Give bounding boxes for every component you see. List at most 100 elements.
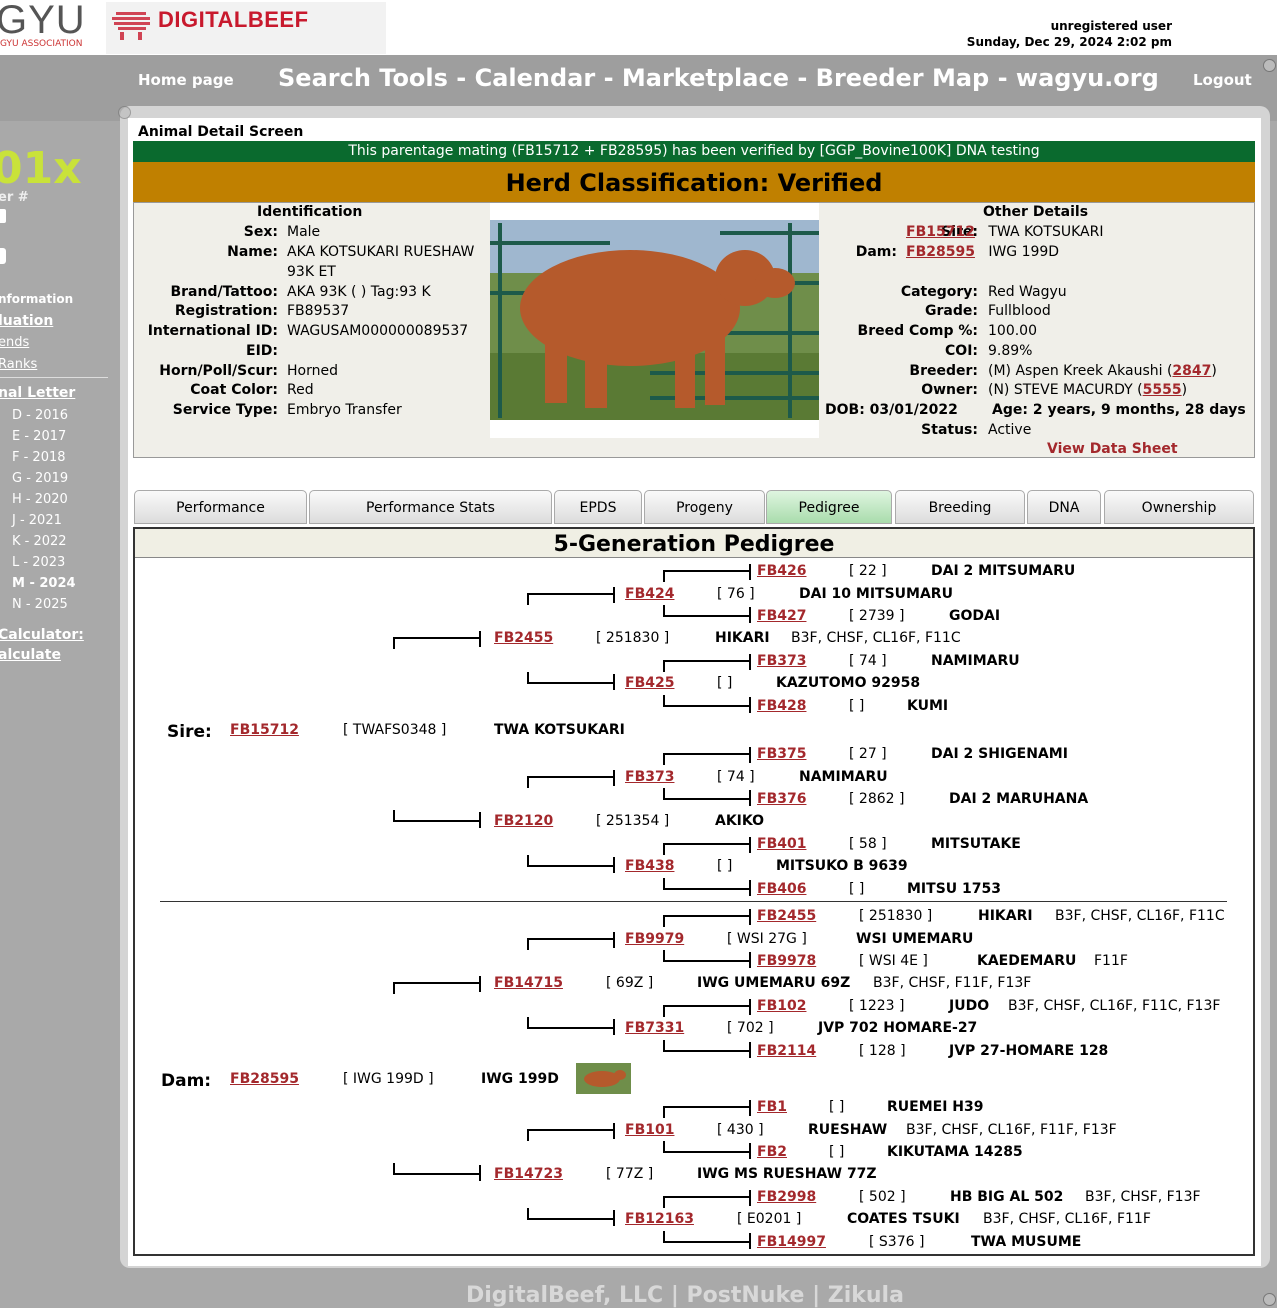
pedigree-id[interactable]: FB426 <box>757 563 806 579</box>
pedigree-id[interactable]: FB438 <box>625 858 674 874</box>
sidebar-input[interactable] <box>0 209 6 223</box>
pedigree-id[interactable]: FB424 <box>625 586 674 602</box>
dam-link[interactable]: FB28595 <box>906 244 975 260</box>
sidebar-year-3[interactable]: G - 2019 <box>12 471 68 486</box>
pedigree-animal-link[interactable]: FB373 <box>625 769 674 785</box>
pedigree-animal-link[interactable]: FB2998 <box>757 1189 816 1205</box>
pedigree-dam-link[interactable]: FB28595 <box>230 1071 299 1087</box>
pedigree-id[interactable]: FB2 <box>757 1144 787 1160</box>
pedigree-animal-link[interactable]: FB425 <box>625 675 674 691</box>
breeder-link[interactable]: 2847 <box>1172 363 1211 379</box>
sidebar-calculator-heading[interactable]: Calculator: <box>0 627 84 643</box>
pedigree-animal-link[interactable]: FB2455 <box>757 908 816 924</box>
pedigree-id[interactable]: FB14723 <box>494 1166 563 1182</box>
sidebar-year-9[interactable]: N - 2025 <box>12 597 68 612</box>
sidebar-letter-heading[interactable]: nal Letter <box>0 385 75 401</box>
sidebar-year-5[interactable]: J - 2021 <box>12 513 62 528</box>
sidebar-calculate-link[interactable]: alculate <box>0 647 61 663</box>
sidebar-evaluation-link[interactable]: luation <box>0 313 53 329</box>
sidebar-button[interactable] <box>0 248 6 264</box>
sidebar-year-1[interactable]: E - 2017 <box>12 429 66 444</box>
pedigree-animal-link[interactable]: FB375 <box>757 746 806 762</box>
pedigree-genetics: B3F, CHSF, CL16F, F11C <box>791 630 961 646</box>
footer-links[interactable]: DigitalBeef, LLC | PostNuke | Zikula <box>466 1283 904 1308</box>
pedigree-animal-link[interactable]: FB401 <box>757 836 806 852</box>
sidebar-year-6[interactable]: K - 2022 <box>12 534 67 549</box>
tab-epds[interactable]: EPDS <box>554 490 642 524</box>
pedigree-animal-link[interactable]: FB373 <box>757 653 806 669</box>
sidebar-year-0[interactable]: D - 2016 <box>12 408 68 423</box>
pedigree-animal-link[interactable]: FB14997 <box>757 1234 826 1250</box>
pedigree-animal-link[interactable]: FB2455 <box>494 630 553 646</box>
pedigree-id[interactable]: FB373 <box>625 769 674 785</box>
tab-ownership[interactable]: Ownership <box>1104 490 1254 524</box>
association-logo[interactable]: GYU GYU ASSOCIATION <box>0 0 100 52</box>
tab-performance[interactable]: Performance <box>134 490 307 524</box>
pedigree-id[interactable]: FB14997 <box>757 1234 826 1250</box>
pedigree-animal-link[interactable]: FB376 <box>757 791 806 807</box>
digitalbeef-logo[interactable]: DIGITALBEEF <box>106 2 386 54</box>
pedigree-name: DAI 2 MITSUMARU <box>931 563 1076 579</box>
pedigree-animal-link[interactable]: FB1 <box>757 1099 787 1115</box>
pedigree-id[interactable]: FB406 <box>757 881 806 897</box>
pedigree-animal-link[interactable]: FB102 <box>757 998 806 1014</box>
pedigree-animal-link[interactable]: FB2 <box>757 1144 787 1160</box>
pedigree-animal-link[interactable]: FB14723 <box>494 1166 563 1182</box>
pedigree-dam-id[interactable]: FB28595 <box>230 1071 299 1087</box>
pedigree-id[interactable]: FB2998 <box>757 1189 816 1205</box>
dam-thumbnail[interactable] <box>576 1063 631 1094</box>
pedigree-id[interactable]: FB12163 <box>625 1211 694 1227</box>
pedigree-sire-link[interactable]: FB15712 <box>230 722 299 738</box>
sidebar-year-7[interactable]: L - 2023 <box>12 555 65 570</box>
tab-breeding[interactable]: Breeding <box>895 490 1025 524</box>
tab-progeny[interactable]: Progeny <box>644 490 765 524</box>
pedigree-id[interactable]: FB376 <box>757 791 806 807</box>
pedigree-animal-link[interactable]: FB424 <box>625 586 674 602</box>
owner-link[interactable]: 5555 <box>1143 382 1182 398</box>
pedigree-id[interactable]: FB9978 <box>757 953 816 969</box>
pedigree-animal-link[interactable]: FB7331 <box>625 1020 684 1036</box>
view-data-sheet-link[interactable]: View Data Sheet <box>1047 441 1178 457</box>
tab-dna[interactable]: DNA <box>1027 490 1101 524</box>
pedigree-animal-link[interactable]: FB14715 <box>494 975 563 991</box>
main-nav-links[interactable]: Search Tools - Calendar - Marketplace - … <box>278 64 1159 92</box>
pedigree-id[interactable]: FB101 <box>625 1122 674 1138</box>
pedigree-id[interactable]: FB428 <box>757 698 806 714</box>
pedigree-animal-link[interactable]: FB406 <box>757 881 806 897</box>
home-link[interactable]: Home page <box>138 71 234 89</box>
pedigree-animal-link[interactable]: FB9978 <box>757 953 816 969</box>
pedigree-animal-link[interactable]: FB2120 <box>494 813 553 829</box>
pedigree-id[interactable]: FB102 <box>757 998 806 1014</box>
pedigree-animal-link[interactable]: FB9979 <box>625 931 684 947</box>
sidebar-year-4[interactable]: H - 2020 <box>12 492 68 507</box>
pedigree-animal-link[interactable]: FB438 <box>625 858 674 874</box>
pedigree-id[interactable]: FB14715 <box>494 975 563 991</box>
pedigree-sire-id[interactable]: FB15712 <box>230 722 299 738</box>
sidebar-trends-link[interactable]: ends <box>0 335 29 350</box>
sidebar-year-2[interactable]: F - 2018 <box>12 450 66 465</box>
pedigree-id[interactable]: FB427 <box>757 608 806 624</box>
logout-link[interactable]: Logout <box>1193 71 1252 89</box>
pedigree-animal-link[interactable]: FB427 <box>757 608 806 624</box>
pedigree-id[interactable]: FB2455 <box>757 908 816 924</box>
pedigree-id[interactable]: FB2114 <box>757 1043 816 1059</box>
tab-pedigree[interactable]: Pedigree <box>766 490 892 524</box>
pedigree-animal-link[interactable]: FB2114 <box>757 1043 816 1059</box>
pedigree-animal-link[interactable]: FB12163 <box>625 1211 694 1227</box>
sidebar-year-8[interactable]: M - 2024 <box>12 576 76 591</box>
pedigree-id[interactable]: FB9979 <box>625 931 684 947</box>
pedigree-id[interactable]: FB401 <box>757 836 806 852</box>
pedigree-id[interactable]: FB373 <box>757 653 806 669</box>
sire-link[interactable]: FB15712 <box>906 224 975 240</box>
pedigree-animal-link[interactable]: FB426 <box>757 563 806 579</box>
pedigree-id[interactable]: FB2455 <box>494 630 553 646</box>
pedigree-id[interactable]: FB425 <box>625 675 674 691</box>
tab-performance-stats[interactable]: Performance Stats <box>309 490 552 524</box>
pedigree-id[interactable]: FB7331 <box>625 1020 684 1036</box>
pedigree-id[interactable]: FB375 <box>757 746 806 762</box>
pedigree-animal-link[interactable]: FB428 <box>757 698 806 714</box>
pedigree-id[interactable]: FB1 <box>757 1099 787 1115</box>
pedigree-animal-link[interactable]: FB101 <box>625 1122 674 1138</box>
pedigree-id[interactable]: FB2120 <box>494 813 553 829</box>
sidebar-ranks-link[interactable]: Ranks <box>0 357 37 372</box>
